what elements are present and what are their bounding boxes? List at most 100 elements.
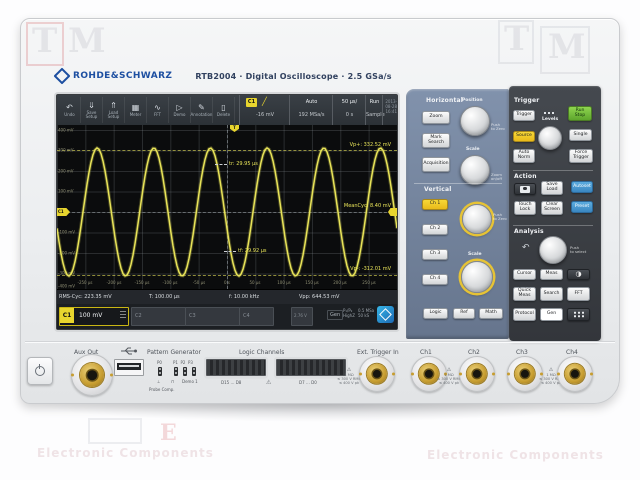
warning-ratings: ⚠ 1 MΩ ≤ 300 V RMS ≤ 400 V pk xyxy=(337,367,361,386)
cursor-key[interactable]: Cursor xyxy=(513,269,536,280)
waveform-graticule[interactable]: 400 mV 300 mV 200 mV 100 mV -100 mV -200… xyxy=(57,125,397,289)
logic-key[interactable]: Logic xyxy=(423,308,448,319)
single-key[interactable]: Single xyxy=(569,129,592,141)
annotation-button[interactable]: ✎ Annotation xyxy=(191,97,213,123)
measurement-bar: RMS-Cyc: 223.35 mV T: 100.00 μs f: 10.00… xyxy=(57,289,397,305)
apps-key[interactable] xyxy=(567,308,590,321)
gen-rate: 0.5 MSa 50 kS xyxy=(358,308,374,318)
protocol-key[interactable]: Protocol xyxy=(513,308,536,321)
annotation-icon: ✎ xyxy=(198,103,205,112)
demo-label: Demo 1 xyxy=(182,379,198,384)
ref-key[interactable]: Ref xyxy=(453,308,475,319)
load-setup-button[interactable]: ⇑ Load Setup xyxy=(103,97,125,123)
channel2-cell[interactable]: C2 xyxy=(131,307,186,326)
clear-screen-key[interactable]: Clear Screen xyxy=(541,201,563,215)
trigger-action-analysis-panel: Trigger Trigger Source Auto Norm Levels … xyxy=(509,86,601,341)
trigger-menu-key[interactable]: Trigger xyxy=(513,110,535,121)
logic-channels-label: Logic Channels xyxy=(239,349,284,356)
ch1-label: Ch1 xyxy=(420,349,432,356)
vertical-scale-knob[interactable] xyxy=(461,261,493,293)
fft-key[interactable]: FFT xyxy=(567,287,590,301)
channel3-cell[interactable]: C3 xyxy=(185,307,240,326)
watermark-caption-right: Electronic Components xyxy=(427,448,604,462)
ch2-label: Ch2 xyxy=(468,349,480,356)
trigger-source-key[interactable]: Source xyxy=(513,131,535,142)
touch-lock-key[interactable]: Touch Lock xyxy=(514,201,536,215)
demo-button[interactable]: ▷ Demo xyxy=(169,97,191,123)
branding-row: ROHDE&SCHWARZ RTB2004 · Digital Oscillos… xyxy=(56,69,392,83)
fft-button[interactable]: ∿ FFT xyxy=(147,97,169,123)
ch4-connector xyxy=(557,356,593,392)
model-subtitle: RTB2004 · Digital Oscilloscope · 2.5 GSa… xyxy=(195,72,391,81)
channel4-key[interactable]: Ch 4 xyxy=(422,274,448,285)
navigation-knob[interactable] xyxy=(539,236,567,264)
horizontal-position-knob[interactable] xyxy=(460,106,490,136)
acquisition-status-cell[interactable]: Auto 192 MSa/s xyxy=(289,95,333,125)
trigger-mode: Auto xyxy=(290,99,333,105)
aux-threshold-cell[interactable]: 2.76 V xyxy=(291,307,313,326)
meas-vpp: Vpp: 644.53 mV xyxy=(299,294,339,300)
offset-knob-hint: Push to Zero xyxy=(493,213,507,222)
brand-name: ROHDE&SCHWARZ xyxy=(73,71,172,81)
vertical-offset-knob[interactable] xyxy=(462,204,492,234)
channel1-key[interactable]: Ch 1 xyxy=(422,199,448,210)
pattern-pin xyxy=(158,367,162,376)
autoset-key[interactable]: Autoset xyxy=(571,181,593,193)
gen-key[interactable]: Gen xyxy=(540,308,563,321)
delete-icon: ▯ xyxy=(221,103,225,112)
run-stop-key[interactable]: Run Stop xyxy=(568,106,592,121)
trigger-status-cell[interactable]: C1 ╱ -16 mV xyxy=(239,95,290,125)
search-key[interactable]: Search xyxy=(540,287,563,301)
meas-period: T: 100.00 μs xyxy=(149,294,180,300)
meas-key[interactable]: Meas xyxy=(540,269,563,280)
fft-icon: ∿ xyxy=(154,103,161,112)
delete-button[interactable]: ▯ Delete xyxy=(213,97,235,123)
quick-meas-key[interactable]: Quick Meas xyxy=(513,287,536,301)
demo-icon: ▷ xyxy=(176,103,182,112)
levels-indicator xyxy=(544,112,554,114)
zoom-key[interactable]: Zoom xyxy=(422,111,450,124)
gen-status[interactable]: Gen xyxy=(327,310,343,320)
ch2-connector xyxy=(459,356,495,392)
logic-connector-high xyxy=(206,359,266,376)
save-setup-button[interactable]: ⇓ Save Setup xyxy=(81,97,103,123)
channel2-key[interactable]: Ch 2 xyxy=(422,224,448,235)
horizontal-scale-knob[interactable] xyxy=(460,155,490,185)
screenshot-key[interactable] xyxy=(514,183,536,195)
trigger-level-knob[interactable] xyxy=(538,126,562,150)
channel1-scale: 100 mV xyxy=(79,312,102,319)
channel1-cell[interactable]: C1 100 mV xyxy=(59,307,129,326)
mark-search-key[interactable]: Mark Search xyxy=(422,133,450,148)
vp-minus-annotation: Vp-: -312.01 mV xyxy=(350,266,391,272)
rise-cursor-mark xyxy=(215,164,227,165)
pattern-generator-label: Pattern Generator xyxy=(147,349,201,356)
acquisition-key[interactable]: Acquisition xyxy=(422,157,450,172)
product-photo-rtb2004: { "branding": { "logo": "ROHDE&SCHWARZ",… xyxy=(0,0,640,480)
auto-norm-key[interactable]: Auto Norm xyxy=(513,149,535,163)
trigger-header: Trigger xyxy=(514,97,539,104)
rs-logo-icon xyxy=(377,306,394,323)
datetime-cell: 2013-08-2816:41 xyxy=(382,95,398,125)
pattern-pin xyxy=(174,367,178,376)
preset-key[interactable]: Preset xyxy=(571,201,593,213)
squarewave-icon: ⊓ xyxy=(171,379,174,384)
power-button[interactable] xyxy=(27,357,53,385)
section-divider xyxy=(513,170,593,171)
channel3-key[interactable]: Ch 3 xyxy=(422,249,448,260)
channel4-cell[interactable]: C4 xyxy=(239,307,274,326)
meter-button[interactable]: ▦ Meter xyxy=(125,97,147,123)
display-settings-key[interactable]: ◑ xyxy=(567,269,590,280)
channel-bar: C1 100 mV C2 C3 C4 2.76 V Gen P₁/P₂ High… xyxy=(57,304,397,329)
horizontal-position: 0 s xyxy=(333,112,366,118)
hscale-knob-label: Scale xyxy=(466,147,480,152)
undo-button[interactable]: ↶ Undo xyxy=(59,97,81,123)
analysis-header: Analysis xyxy=(514,228,544,235)
timebase-status-cell[interactable]: 50 μs/ 0 s xyxy=(332,95,366,125)
pattern-pin xyxy=(192,367,196,376)
math-key[interactable]: Math xyxy=(479,308,503,319)
gen-mode: P₁/P₂ HighZ xyxy=(343,308,355,318)
case-seam xyxy=(25,341,615,342)
fall-cursor-mark xyxy=(224,251,236,252)
save-load-key[interactable]: Save Load xyxy=(541,181,563,195)
force-trigger-key[interactable]: Force Trigger xyxy=(569,149,593,163)
